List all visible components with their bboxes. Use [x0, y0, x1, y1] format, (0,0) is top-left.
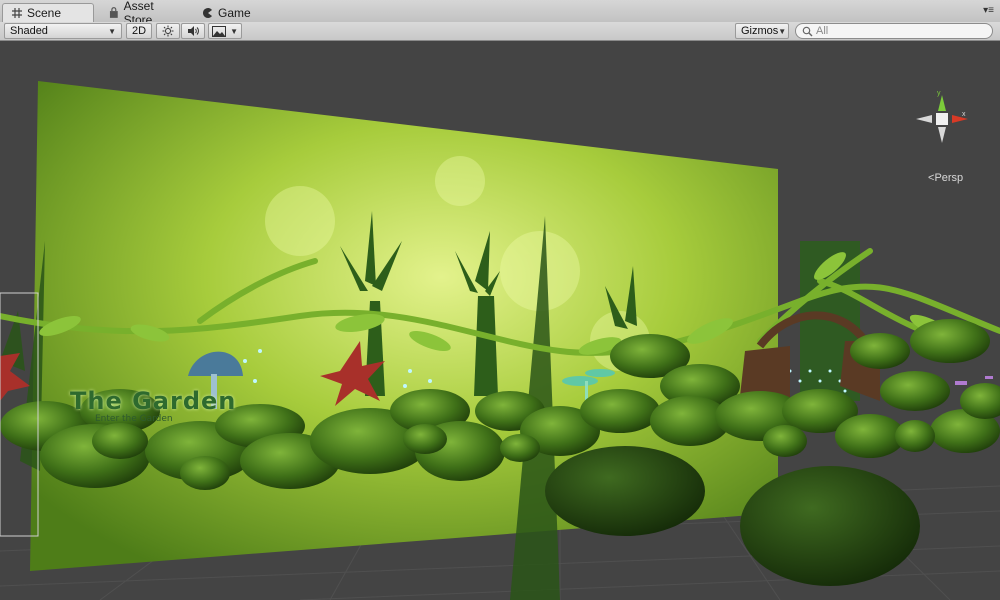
- projection-toggle[interactable]: <Persp: [928, 172, 963, 184]
- x-axis-label: x: [962, 111, 966, 118]
- tab-asset-store[interactable]: Asset Store: [100, 0, 192, 27]
- search-icon: [802, 26, 813, 36]
- y-axis-cone[interactable]: [938, 95, 946, 111]
- gizmos-dropdown[interactable]: Gizmos ▼: [735, 23, 789, 39]
- image-icon: [212, 25, 226, 37]
- pacman-icon: [203, 7, 212, 18]
- editor-tab-bar: Scene Asset Store Game ▾≡: [0, 0, 1000, 27]
- audio-toggle[interactable]: [181, 23, 205, 39]
- sun-icon: [162, 25, 174, 37]
- shading-mode-dropdown[interactable]: Shaded ▼: [4, 23, 122, 39]
- orientation-gizmo[interactable]: y x: [912, 89, 972, 149]
- gizmo-center-cube[interactable]: [936, 113, 948, 125]
- scene-subtitle-text: Enter the Garden: [95, 414, 173, 424]
- tab-menu-icon[interactable]: ▾≡: [983, 5, 994, 16]
- scene-title-text: The Garden: [70, 387, 237, 415]
- scene-canvas: [0, 81, 1000, 600]
- tab-game[interactable]: Game: [194, 3, 264, 22]
- tab-scene-label: Scene: [27, 6, 62, 20]
- scene-search-input[interactable]: All: [795, 23, 993, 39]
- neg-x-axis-cone[interactable]: [916, 115, 932, 123]
- x-axis-cone[interactable]: [952, 115, 968, 123]
- y-axis-label: y: [937, 90, 941, 97]
- chevron-down-icon: ▼: [108, 26, 116, 36]
- search-placeholder: All: [816, 25, 829, 37]
- mode-2d-toggle[interactable]: 2D: [126, 23, 152, 39]
- scene-toolbar: Shaded ▼ 2D ▼ Gizmos ▼ All: [0, 22, 1000, 41]
- tab-scene[interactable]: Scene: [2, 3, 94, 22]
- lighting-toggle[interactable]: [156, 23, 180, 39]
- speaker-icon: [188, 26, 199, 36]
- gizmos-label: Gizmos: [741, 25, 779, 37]
- tab-game-label: Game: [218, 5, 251, 20]
- projection-label: Persp: [934, 172, 964, 184]
- grid-icon: [12, 8, 22, 18]
- scene-viewport[interactable]: The Garden Enter the Garden y x <Persp: [0, 41, 1000, 600]
- chevron-down-icon: ▼: [230, 26, 238, 36]
- chevron-down-icon: ▼: [778, 26, 787, 36]
- effects-dropdown[interactable]: ▼: [208, 23, 242, 39]
- shading-mode-value: Shaded: [10, 25, 48, 37]
- shopping-bag-icon: [109, 6, 118, 18]
- neg-y-axis-cone[interactable]: [938, 127, 946, 143]
